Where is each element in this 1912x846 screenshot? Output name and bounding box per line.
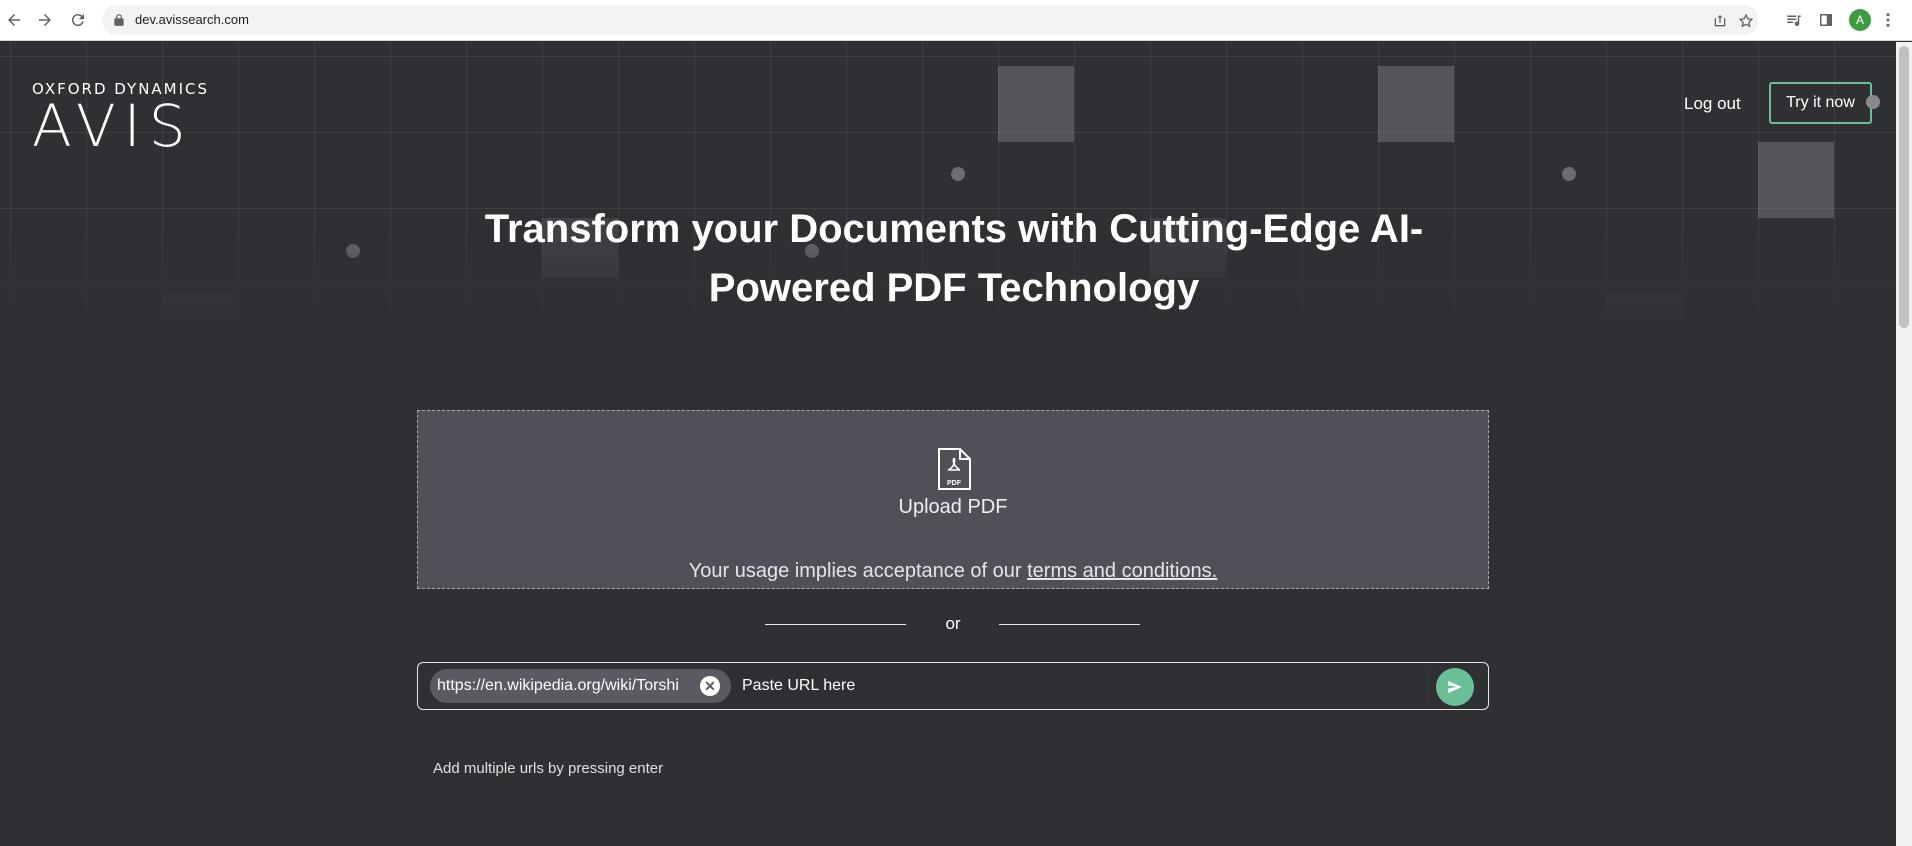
profile-avatar[interactable]: A <box>1849 9 1871 31</box>
grid-dot <box>1562 167 1576 181</box>
back-button[interactable] <box>3 9 25 31</box>
back-arrow-icon <box>8 14 20 26</box>
logo-wordmark: AVIS <box>32 92 194 160</box>
try-it-now-button[interactable]: Try it now <box>1769 82 1872 124</box>
or-divider-left <box>765 624 906 625</box>
logout-link[interactable]: Log out <box>1684 94 1741 114</box>
send-separator <box>1428 669 1429 705</box>
scrollbar-thumb[interactable] <box>1899 46 1909 328</box>
terms-prefix: Your usage implies acceptance of our <box>688 560 1028 582</box>
url-entry-box: https://en.wikipedia.org/wiki/Torshi ✕ <box>417 662 1489 710</box>
reading-list-icon[interactable] <box>1783 9 1805 31</box>
decorative-knob <box>1866 95 1880 109</box>
svg-text:PDF: PDF <box>947 480 962 487</box>
grid-dot <box>951 167 965 181</box>
grid-tile <box>998 66 1074 142</box>
upload-dropzone[interactable]: PDF Upload PDF Your usage implies accept… <box>417 410 1489 589</box>
submit-url-button[interactable] <box>1436 668 1474 706</box>
share-icon[interactable] <box>1712 13 1728 29</box>
hero-headline: Transform your Documents with Cutting-Ed… <box>480 200 1428 318</box>
avis-logo[interactable]: OXFORD DYNAMICS AVIS <box>32 80 209 160</box>
browser-toolbar: dev.avissearch.com A <box>0 0 1912 41</box>
forward-arrow-icon <box>39 14 51 26</box>
send-icon <box>1448 681 1462 693</box>
lock-icon <box>114 14 124 26</box>
terms-notice: Your usage implies acceptance of our ter… <box>418 560 1488 583</box>
or-divider-text: or <box>945 614 961 633</box>
url-input[interactable] <box>742 671 1422 701</box>
page-content: OXFORD DYNAMICS AVIS Log out Try it now … <box>0 42 1896 846</box>
terms-link[interactable]: terms and conditions. <box>1027 560 1217 582</box>
headline-line-2: Powered PDF Technology <box>708 266 1200 310</box>
pdf-file-icon: PDF <box>938 448 971 490</box>
address-url: dev.avissearch.com <box>135 12 249 27</box>
reload-button[interactable] <box>67 9 89 31</box>
upload-pdf-label: Upload PDF <box>898 496 1008 518</box>
side-panel-icon[interactable] <box>1815 9 1837 31</box>
address-bar[interactable]: dev.avissearch.com <box>102 5 1758 35</box>
url-hint-text: Add multiple urls by pressing enter <box>433 760 664 777</box>
reload-icon <box>71 14 84 27</box>
or-divider-right <box>999 624 1140 625</box>
grid-tile <box>1758 142 1834 218</box>
star-icon[interactable] <box>1738 13 1754 29</box>
url-chip: https://en.wikipedia.org/wiki/Torshi ✕ <box>430 669 731 703</box>
headline-line-1: Transform your Documents with Cutting-Ed… <box>484 207 1424 251</box>
page-scrollbar[interactable] <box>1896 42 1912 846</box>
url-chip-text: https://en.wikipedia.org/wiki/Torshi <box>437 677 679 694</box>
grid-tile <box>1378 66 1454 142</box>
remove-url-icon[interactable]: ✕ <box>700 676 720 696</box>
more-menu-icon[interactable] <box>1877 9 1899 31</box>
forward-button[interactable] <box>34 9 56 31</box>
